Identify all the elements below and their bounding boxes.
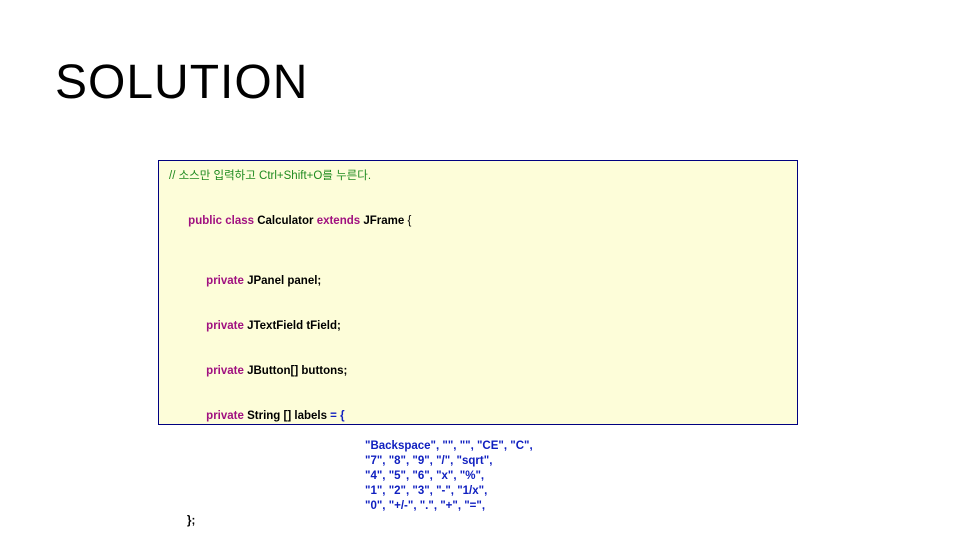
class-name: Calculator [257,215,313,227]
slide: SOLUTION // 소스만 입력하고 Ctrl+Shift+O를 누른다. … [0,0,960,540]
kw-extends: extends [317,215,360,227]
semi: ; [317,275,321,287]
kw-private: private [206,365,244,377]
field-tfield-line: private JTextField tField; [187,304,787,349]
assign-open: = { [327,410,345,422]
semi: ; [344,365,348,377]
labels-array-row-1: "Backspace", "", "", "CE", "C", [365,439,787,454]
type-jtextfield: JTextField [247,320,303,332]
page-title: SOLUTION [55,55,308,110]
type-jpanel: JPanel [247,275,284,287]
labels-array-row-2: "7", "8", "9", "/", "sqrt", [365,454,787,469]
kw-private: private [206,275,244,287]
array-close: }; [187,514,787,529]
super-name: JFrame [363,215,404,227]
field-panel-line: private JPanel panel; [187,259,787,304]
labels-array-row-5: "0", "+/-", ".", "+", "=", [365,499,787,514]
labels-array-row-3: "4", "5", "6", "x", "%", [365,469,787,484]
kw-class: class [225,215,254,227]
name-tfield: tField [306,320,337,332]
class-decl-line: public class Calculator extends JFrame { [169,199,787,244]
kw-public: public [188,215,222,227]
name-buttons: buttons [301,365,343,377]
labels-array-row-4: "1", "2", "3", "-", "1/x", [365,484,787,499]
semi: ; [337,320,341,332]
name-panel: panel [287,275,317,287]
code-block: // 소스만 입력하고 Ctrl+Shift+O를 누른다. public cl… [158,160,798,425]
type-string: String [] [247,410,291,422]
field-labels-line: private String [] labels = { [187,394,787,439]
field-buttons-line: private JButton[] buttons; [187,349,787,394]
type-jbutton: JButton[] [247,365,298,377]
name-labels: labels [294,410,327,422]
kw-private: private [206,410,244,422]
code-comment: // 소스만 입력하고 Ctrl+Shift+O를 누른다. [169,169,787,184]
kw-private: private [206,320,244,332]
brace-open: { [404,215,411,227]
